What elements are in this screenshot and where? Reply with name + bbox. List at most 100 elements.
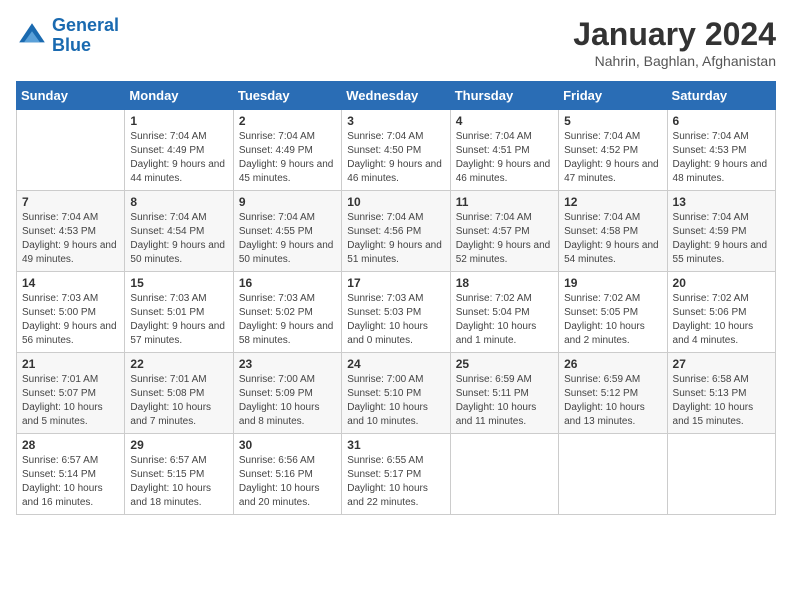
day-info: Sunrise: 7:04 AMSunset: 4:57 PMDaylight:… <box>456 211 553 267</box>
day-info: Sunrise: 7:01 AMSunset: 5:07 PMDaylight:… <box>22 373 119 429</box>
day-number: 25 <box>456 357 553 371</box>
day-info: Sunrise: 7:04 AMSunset: 4:58 PMDaylight:… <box>564 211 661 267</box>
day-info: Sunrise: 7:04 AMSunset: 4:53 PMDaylight:… <box>673 130 770 186</box>
day-info: Sunrise: 6:57 AMSunset: 5:15 PMDaylight:… <box>130 454 227 510</box>
day-number: 31 <box>347 438 444 452</box>
day-number: 28 <box>22 438 119 452</box>
day-number: 22 <box>130 357 227 371</box>
day-cell: 11 Sunrise: 7:04 AMSunset: 4:57 PMDayligh… <box>450 191 558 272</box>
calendar-body: 1 Sunrise: 7:04 AMSunset: 4:49 PMDaylight… <box>17 110 776 515</box>
day-number: 27 <box>673 357 770 371</box>
day-number: 12 <box>564 195 661 209</box>
header-sunday: Sunday <box>17 82 125 110</box>
day-info: Sunrise: 7:02 AMSunset: 5:04 PMDaylight:… <box>456 292 553 348</box>
day-cell <box>667 434 775 515</box>
header-tuesday: Tuesday <box>233 82 341 110</box>
day-cell: 10 Sunrise: 7:04 AMSunset: 4:56 PMDayligh… <box>342 191 450 272</box>
logo-text: General Blue <box>52 16 119 56</box>
day-info: Sunrise: 7:00 AMSunset: 5:09 PMDaylight:… <box>239 373 336 429</box>
day-cell: 7 Sunrise: 7:04 AMSunset: 4:53 PMDaylight… <box>17 191 125 272</box>
day-cell <box>17 110 125 191</box>
calendar-subtitle: Nahrin, Baghlan, Afghanistan <box>573 53 776 69</box>
day-cell <box>559 434 667 515</box>
day-number: 13 <box>673 195 770 209</box>
day-number: 20 <box>673 276 770 290</box>
day-number: 3 <box>347 114 444 128</box>
day-number: 11 <box>456 195 553 209</box>
day-cell: 30 Sunrise: 6:56 AMSunset: 5:16 PMDayligh… <box>233 434 341 515</box>
day-number: 16 <box>239 276 336 290</box>
day-info: Sunrise: 7:03 AMSunset: 5:01 PMDaylight:… <box>130 292 227 348</box>
day-info: Sunrise: 7:04 AMSunset: 4:56 PMDaylight:… <box>347 211 444 267</box>
week-row-4: 28 Sunrise: 6:57 AMSunset: 5:14 PMDayligh… <box>17 434 776 515</box>
calendar-title: January 2024 <box>573 16 776 53</box>
day-number: 18 <box>456 276 553 290</box>
day-info: Sunrise: 7:04 AMSunset: 4:51 PMDaylight:… <box>456 130 553 186</box>
day-cell: 25 Sunrise: 6:59 AMSunset: 5:11 PMDayligh… <box>450 353 558 434</box>
day-info: Sunrise: 7:04 AMSunset: 4:49 PMDaylight:… <box>239 130 336 186</box>
day-info: Sunrise: 7:02 AMSunset: 5:05 PMDaylight:… <box>564 292 661 348</box>
day-cell: 8Sunrise: 7:04 AMSunset: 4:54 PMDaylight… <box>125 191 233 272</box>
day-info: Sunrise: 6:56 AMSunset: 5:16 PMDaylight:… <box>239 454 336 510</box>
day-cell: 28 Sunrise: 6:57 AMSunset: 5:14 PMDayligh… <box>17 434 125 515</box>
day-info: Sunrise: 6:58 AMSunset: 5:13 PMDaylight:… <box>673 373 770 429</box>
day-info: Sunrise: 7:01 AMSunset: 5:08 PMDaylight:… <box>130 373 227 429</box>
header-monday: Monday <box>125 82 233 110</box>
day-cell: 19 Sunrise: 7:02 AMSunset: 5:05 PMDayligh… <box>559 272 667 353</box>
logo-line2: Blue <box>52 35 91 55</box>
week-row-0: 1 Sunrise: 7:04 AMSunset: 4:49 PMDaylight… <box>17 110 776 191</box>
day-number: 17 <box>347 276 444 290</box>
day-number: 21 <box>22 357 119 371</box>
day-cell: 26Sunrise: 6:59 AMSunset: 5:12 PMDayligh… <box>559 353 667 434</box>
day-number: 1 <box>130 114 227 128</box>
week-row-2: 14Sunrise: 7:03 AMSunset: 5:00 PMDayligh… <box>17 272 776 353</box>
day-cell: 20 Sunrise: 7:02 AMSunset: 5:06 PMDayligh… <box>667 272 775 353</box>
day-number: 4 <box>456 114 553 128</box>
day-number: 10 <box>347 195 444 209</box>
day-info: Sunrise: 6:57 AMSunset: 5:14 PMDaylight:… <box>22 454 119 510</box>
calendar-header: Sunday Monday Tuesday Wednesday Thursday… <box>17 82 776 110</box>
day-cell: 13Sunrise: 7:04 AMSunset: 4:59 PMDayligh… <box>667 191 775 272</box>
day-number: 5 <box>564 114 661 128</box>
title-block: January 2024 Nahrin, Baghlan, Afghanista… <box>573 16 776 69</box>
day-number: 8 <box>130 195 227 209</box>
header-row: Sunday Monday Tuesday Wednesday Thursday… <box>17 82 776 110</box>
week-row-3: 21 Sunrise: 7:01 AMSunset: 5:07 PMDayligh… <box>17 353 776 434</box>
header-saturday: Saturday <box>667 82 775 110</box>
week-row-1: 7 Sunrise: 7:04 AMSunset: 4:53 PMDaylight… <box>17 191 776 272</box>
day-cell: 16 Sunrise: 7:03 AMSunset: 5:02 PMDayligh… <box>233 272 341 353</box>
day-number: 29 <box>130 438 227 452</box>
day-info: Sunrise: 7:03 AMSunset: 5:02 PMDaylight:… <box>239 292 336 348</box>
logo: General Blue <box>16 16 119 56</box>
day-number: 19 <box>564 276 661 290</box>
day-info: Sunrise: 7:04 AMSunset: 4:55 PMDaylight:… <box>239 211 336 267</box>
day-info: Sunrise: 7:03 AMSunset: 5:03 PMDaylight:… <box>347 292 444 348</box>
day-number: 14 <box>22 276 119 290</box>
day-number: 23 <box>239 357 336 371</box>
day-info: Sunrise: 7:04 AMSunset: 4:52 PMDaylight:… <box>564 130 661 186</box>
day-number: 30 <box>239 438 336 452</box>
day-cell: 1 Sunrise: 7:04 AMSunset: 4:49 PMDaylight… <box>125 110 233 191</box>
day-info: Sunrise: 6:55 AMSunset: 5:17 PMDaylight:… <box>347 454 444 510</box>
day-info: Sunrise: 6:59 AMSunset: 5:11 PMDaylight:… <box>456 373 553 429</box>
day-cell: 21 Sunrise: 7:01 AMSunset: 5:07 PMDayligh… <box>17 353 125 434</box>
day-cell: 15Sunrise: 7:03 AMSunset: 5:01 PMDayligh… <box>125 272 233 353</box>
day-info: Sunrise: 7:04 AMSunset: 4:53 PMDaylight:… <box>22 211 119 267</box>
day-number: 2 <box>239 114 336 128</box>
day-cell: 3 Sunrise: 7:04 AMSunset: 4:50 PMDaylight… <box>342 110 450 191</box>
day-number: 6 <box>673 114 770 128</box>
header-thursday: Thursday <box>450 82 558 110</box>
day-cell: 18 Sunrise: 7:02 AMSunset: 5:04 PMDayligh… <box>450 272 558 353</box>
day-cell: 22 Sunrise: 7:01 AMSunset: 5:08 PMDayligh… <box>125 353 233 434</box>
day-info: Sunrise: 7:02 AMSunset: 5:06 PMDaylight:… <box>673 292 770 348</box>
day-cell: 17 Sunrise: 7:03 AMSunset: 5:03 PMDayligh… <box>342 272 450 353</box>
day-cell: 27 Sunrise: 6:58 AMSunset: 5:13 PMDayligh… <box>667 353 775 434</box>
day-cell: 14Sunrise: 7:03 AMSunset: 5:00 PMDayligh… <box>17 272 125 353</box>
day-info: Sunrise: 7:04 AMSunset: 4:49 PMDaylight:… <box>130 130 227 186</box>
day-number: 7 <box>22 195 119 209</box>
day-cell: 2 Sunrise: 7:04 AMSunset: 4:49 PMDaylight… <box>233 110 341 191</box>
day-cell: 29 Sunrise: 6:57 AMSunset: 5:15 PMDayligh… <box>125 434 233 515</box>
day-info: Sunrise: 7:04 AMSunset: 4:50 PMDaylight:… <box>347 130 444 186</box>
day-info: Sunrise: 7:00 AMSunset: 5:10 PMDaylight:… <box>347 373 444 429</box>
day-cell <box>450 434 558 515</box>
